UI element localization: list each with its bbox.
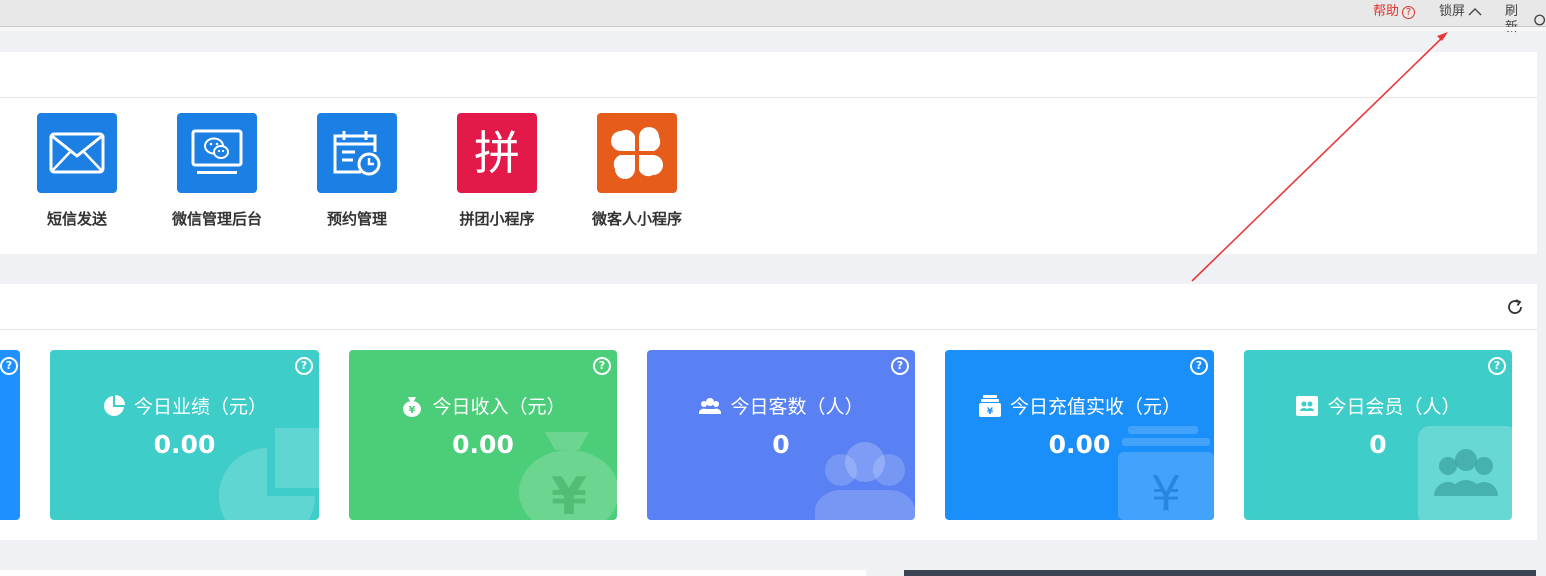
svg-text:¥: ¥: [551, 467, 587, 520]
envelope-icon: [49, 132, 105, 174]
panel-divider: [0, 97, 1537, 98]
stat-title: 今日会员（人）: [1244, 392, 1512, 419]
help-icon[interactable]: ?: [593, 357, 611, 375]
app-tile: 拼: [457, 113, 537, 193]
help-link[interactable]: 帮助 ?: [1373, 4, 1416, 20]
stat-title-text: 今日业绩（元）: [133, 396, 267, 418]
app-label: 微客人小程序: [591, 210, 682, 228]
stat-card-recharge: ? ¥ 今日充值实收（元） 0.00 ¥: [945, 350, 1214, 520]
quick-apps-panel: 短信发送 微信管理后台 预约管理 拼 拼团小程序 微客人小程序: [0, 52, 1537, 254]
chevron-up-icon: [1468, 8, 1482, 16]
stat-title-text: 今日会员（人）: [1327, 396, 1461, 418]
app-wechat-admin[interactable]: 微信管理后台: [152, 113, 282, 229]
svg-text:¥: ¥: [1151, 466, 1182, 520]
help-icon[interactable]: ?: [1190, 357, 1208, 375]
bottom-panel-left: [0, 570, 866, 576]
stat-card-members: ? 今日会员（人） 0: [1244, 350, 1512, 520]
help-label: 帮助: [1373, 4, 1400, 19]
four-petal-icon: [611, 127, 663, 179]
stat-title: ¥ 今日收入（元）: [349, 392, 617, 419]
stat-title-text: 今日客数（人）: [730, 396, 864, 418]
app-booking[interactable]: 预约管理: [292, 113, 422, 229]
pie-chart-icon: [104, 394, 125, 416]
stat-card-income: ? ¥ 今日收入（元） 0.00 ¥: [349, 350, 617, 520]
lock-screen-link[interactable]: 锁屏: [1439, 4, 1482, 20]
svg-text:¥: ¥: [409, 405, 416, 416]
app-weike[interactable]: 微客人小程序: [572, 113, 702, 229]
app-tile: [597, 113, 677, 193]
people-icon: [699, 397, 722, 414]
stat-card-performance: ? 今日业绩（元） 0.00: [50, 350, 319, 520]
stat-title: 今日客数（人）: [647, 392, 915, 419]
help-icon[interactable]: ?: [891, 357, 909, 375]
app-sms[interactable]: 短信发送: [12, 113, 142, 229]
pie-chart-decoration-icon: [219, 428, 319, 520]
app-label: 短信发送: [46, 210, 107, 228]
top-bar-shadow: [0, 27, 1546, 31]
top-bar: 帮助 ? 锁屏 刷新: [0, 0, 1546, 35]
refresh-link[interactable]: 刷新: [1505, 4, 1546, 36]
help-icon[interactable]: ?: [0, 357, 18, 375]
stat-card-customers: ? 今日客数（人） 0: [647, 350, 915, 520]
svg-text:¥: ¥: [987, 407, 994, 417]
stats-panel: ? ? 今日业绩（元） 0.00 ? ¥ 今日收入（元） 0.00 ¥ ? 今日…: [0, 284, 1537, 540]
question-icon: ?: [1402, 5, 1416, 19]
stat-title: ¥ 今日充值实收（元）: [945, 392, 1214, 419]
member-card-decoration-icon: [1418, 426, 1512, 520]
app-group-buy[interactable]: 拼 拼团小程序: [432, 113, 562, 229]
pin-character-icon: 拼: [474, 126, 520, 180]
app-tile: [177, 113, 257, 193]
app-label: 微信管理后台: [171, 210, 262, 228]
money-bag-decoration-icon: ¥: [519, 432, 617, 520]
stat-title: 今日业绩（元）: [50, 392, 319, 419]
lock-screen-label: 锁屏: [1439, 4, 1466, 19]
app-label: 预约管理: [326, 210, 387, 228]
app-tile: [317, 113, 397, 193]
recharge-decoration-icon: ¥: [1118, 426, 1214, 520]
app-label: 拼团小程序: [459, 210, 535, 228]
stat-title-text: 今日充值实收（元）: [1009, 396, 1181, 418]
refresh-icon[interactable]: [1506, 298, 1524, 316]
help-icon[interactable]: ?: [295, 357, 313, 375]
member-card-icon: [1296, 395, 1319, 416]
help-icon[interactable]: ?: [1488, 357, 1506, 375]
people-decoration-icon: [815, 442, 915, 520]
bottom-panel-right: [904, 570, 1536, 576]
refresh-label: 刷新: [1505, 4, 1519, 35]
calendar-clock-icon: [333, 131, 381, 176]
recharge-icon: ¥: [978, 394, 1001, 417]
refresh-icon: [1533, 14, 1545, 26]
app-tile: [37, 113, 117, 193]
stat-title-text: 今日收入（元）: [432, 396, 566, 418]
panel-divider: [0, 329, 1537, 330]
money-bag-icon: ¥: [403, 396, 422, 417]
stat-card-partial: ?: [0, 350, 20, 520]
wechat-monitor-icon: [191, 129, 243, 174]
